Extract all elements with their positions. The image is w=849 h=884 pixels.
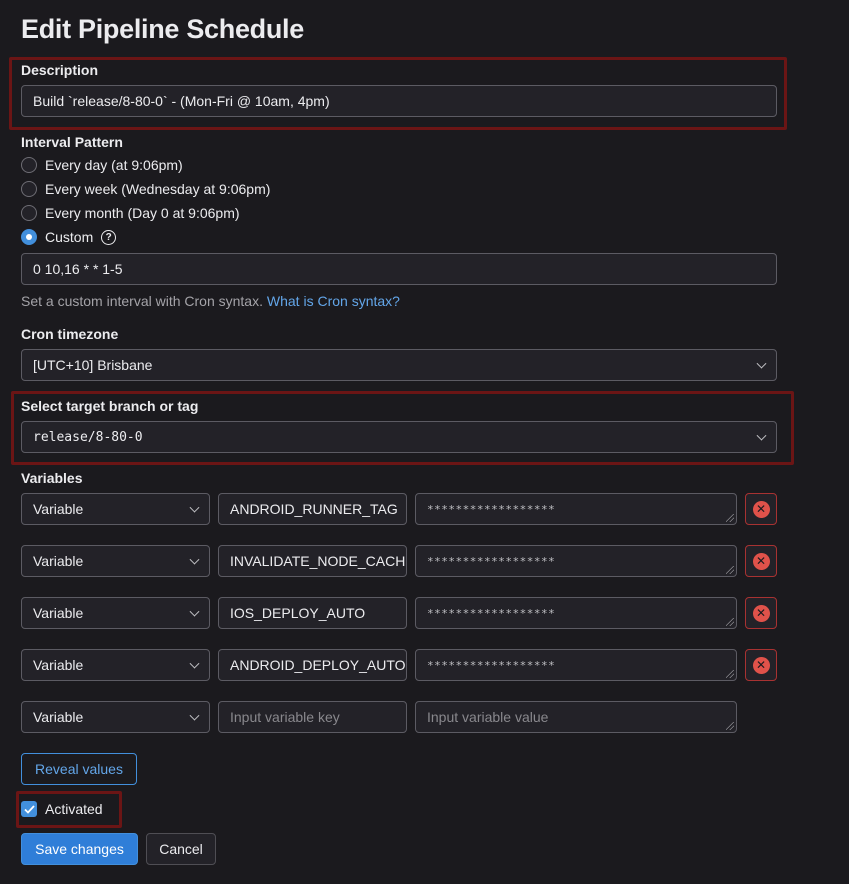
resize-handle-icon[interactable] [726,566,734,574]
activated-label: Activated [45,801,103,817]
radio-label: Every month (Day 0 at 9:06pm) [45,205,240,221]
variable-type-value: Variable [33,501,84,517]
target-branch-select[interactable]: release/8-80-0 [21,421,777,453]
remove-variable-button[interactable]: ✕ [745,493,777,525]
remove-variable-button[interactable]: ✕ [745,597,777,629]
interval-pattern-label: Interval Pattern [21,134,123,150]
page-title: Edit Pipeline Schedule [21,14,304,44]
resize-handle-icon[interactable] [726,722,734,730]
new-variable-value-input[interactable]: Input variable value [415,701,737,733]
masked-value: ****************** [427,555,556,568]
timezone-value: [UTC+10] Brisbane [33,357,153,373]
remove-icon: ✕ [752,500,770,518]
checkbox-checked[interactable] [21,801,37,817]
cancel-button[interactable]: Cancel [146,833,216,865]
variable-key-input[interactable]: ANDROID_DEPLOY_AUTO [218,649,407,681]
timezone-label: Cron timezone [21,326,119,342]
remove-icon: ✕ [752,552,770,570]
variable-key-input[interactable]: ANDROID_RUNNER_TAG [218,493,407,525]
remove-variable-button[interactable]: ✕ [745,545,777,577]
chevron-down-icon [189,606,200,617]
checkmark-icon [23,804,35,814]
variable-type-select[interactable]: Variable [21,493,210,525]
variable-type-value: Variable [33,605,84,621]
variable-type-value: Variable [33,709,84,725]
chevron-down-icon [756,358,767,369]
variables-label: Variables [21,470,83,486]
radio-every-week[interactable]: Every week (Wednesday at 9:06pm) [21,179,270,199]
remove-icon: ✕ [752,604,770,622]
target-branch-label: Select target branch or tag [21,398,199,414]
radio-every-month[interactable]: Every month (Day 0 at 9:06pm) [21,203,240,223]
masked-value: ****************** [427,607,556,620]
reveal-values-button[interactable]: Reveal values [21,753,137,785]
edit-pipeline-schedule-page: Edit Pipeline Schedule Description Build… [0,0,849,884]
activated-checkbox-row[interactable]: Activated [21,799,103,819]
description-input[interactable]: Build `release/8-80-0` - (Mon-Fri @ 10am… [21,85,777,117]
variable-key-input[interactable]: INVALIDATE_NODE_CACHE [218,545,407,577]
variable-value-input[interactable]: ****************** [415,493,737,525]
custom-cron-input[interactable]: 0 10,16 * * 1-5 [21,253,777,285]
masked-value: ****************** [427,659,556,672]
variable-value-input[interactable]: ****************** [415,649,737,681]
radio-button[interactable] [21,205,37,221]
masked-value: ****************** [427,503,556,516]
radio-label: Custom [45,229,94,245]
variable-value-input[interactable]: ****************** [415,597,737,629]
variable-value-input[interactable]: ****************** [415,545,737,577]
radio-label: Every day (at 9:06pm) [45,157,183,173]
timezone-select[interactable]: [UTC+10] Brisbane [21,349,777,381]
description-label: Description [21,62,99,78]
variable-type-select[interactable]: Variable [21,545,210,577]
chevron-down-icon [189,554,200,565]
variable-type-select[interactable]: Variable [21,597,210,629]
remove-icon: ✕ [752,656,770,674]
radio-every-day[interactable]: Every day (at 9:06pm) [21,155,183,175]
radio-button[interactable] [21,157,37,173]
variable-type-value: Variable [33,657,84,673]
resize-handle-icon[interactable] [726,514,734,522]
radio-label: Every week (Wednesday at 9:06pm) [45,181,271,197]
variable-key-input[interactable]: IOS_DEPLOY_AUTO [218,597,407,629]
cron-syntax-link[interactable]: What is Cron syntax? [267,293,400,309]
placeholder-text: Input variable value [427,709,549,725]
chevron-down-icon [189,502,200,513]
resize-handle-icon[interactable] [726,670,734,678]
save-changes-button[interactable]: Save changes [21,833,138,865]
radio-button-checked[interactable] [21,229,37,245]
cron-help-text: Set a custom interval with Cron syntax. … [21,293,400,309]
chevron-down-icon [189,658,200,669]
variable-type-select[interactable]: Variable [21,701,210,733]
new-variable-key-input[interactable]: Input variable key [218,701,407,733]
chevron-down-icon [189,710,200,721]
question-circle-icon[interactable]: ? [101,229,117,245]
radio-button[interactable] [21,181,37,197]
variable-type-value: Variable [33,553,84,569]
chevron-down-icon [756,430,767,441]
variable-type-select[interactable]: Variable [21,649,210,681]
target-branch-value: release/8-80-0 [33,429,143,445]
resize-handle-icon[interactable] [726,618,734,626]
radio-custom[interactable]: Custom ? [21,227,117,247]
remove-variable-button[interactable]: ✕ [745,649,777,681]
cron-help-description: Set a custom interval with Cron syntax. [21,293,263,309]
